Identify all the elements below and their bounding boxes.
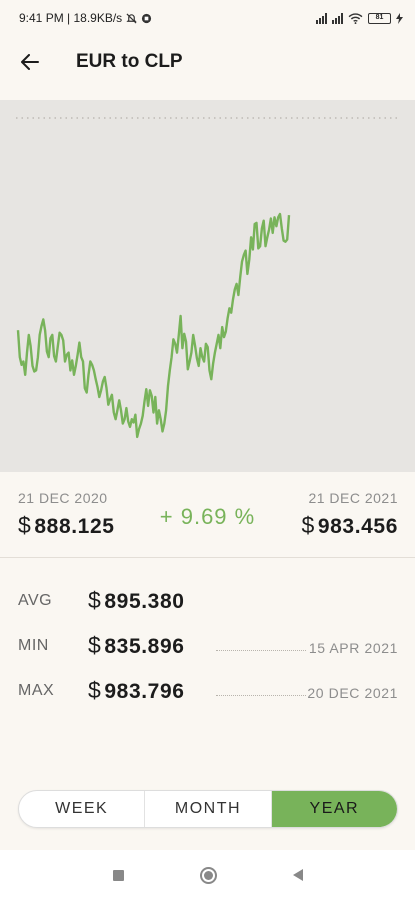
back-button[interactable]: [0, 36, 60, 88]
page-title: EUR to CLP: [76, 51, 183, 72]
status-bar: 9:41 PM | 18.9KB/s 81: [0, 0, 415, 36]
dotted-leader: [216, 695, 306, 696]
stat-max: MAX $983.796 20 DEC 2021: [18, 668, 398, 713]
signal-icon-2: [332, 12, 343, 24]
range-toggle: WEEK MONTH YEAR: [18, 790, 398, 828]
stat-value: $983.796: [88, 677, 185, 704]
stat-label: AVG: [18, 591, 53, 609]
dotted-leader: [216, 650, 306, 651]
app-bar: EUR to CLP: [0, 36, 415, 88]
period-end: 21 DEC 2021 $983.456: [301, 490, 398, 539]
end-date: 21 DEC 2021: [308, 490, 398, 506]
series-line: [16, 212, 291, 439]
signal-icon: [316, 12, 327, 24]
recents-square-icon[interactable]: [112, 869, 124, 881]
currency-symbol: $: [301, 512, 315, 538]
stat-value: $835.896: [88, 632, 185, 659]
status-right: 81: [316, 12, 403, 24]
range-month-button[interactable]: MONTH: [145, 791, 272, 827]
stat-min: MIN $835.896 15 APR 2021: [18, 623, 398, 668]
end-rate-line: $983.456: [301, 512, 398, 539]
stat-value: $895.380: [88, 587, 185, 614]
arrow-left-icon: [21, 54, 39, 70]
currency-symbol: $: [88, 632, 102, 658]
end-rate: 983.456: [317, 515, 398, 538]
status-left: 9:41 PM | 18.9KB/s: [19, 11, 152, 25]
min-value: 835.896: [104, 635, 185, 658]
wifi-icon: [348, 12, 363, 24]
charging-bolt-icon: [396, 12, 403, 24]
stats-list: AVG $895.380 MIN $835.896 15 APR 2021 MA…: [18, 578, 398, 713]
home-circle-icon[interactable]: [199, 866, 217, 884]
currency-symbol: $: [88, 587, 102, 613]
period-summary: 21 DEC 2020 $888.125 + 9.69 % 21 DEC 202…: [0, 472, 415, 558]
app-notification-icon: [142, 13, 152, 23]
range-week-button[interactable]: WEEK: [19, 791, 146, 827]
system-nav-bar: [0, 850, 415, 900]
stat-label: MIN: [18, 636, 49, 654]
range-year-button[interactable]: YEAR: [271, 791, 397, 827]
home-dot: [203, 870, 213, 880]
stat-avg: AVG $895.380: [18, 578, 398, 623]
battery-icon: 81: [368, 12, 391, 24]
avg-value: 895.380: [104, 590, 185, 613]
currency-symbol: $: [88, 677, 102, 703]
min-date: 15 APR 2021: [308, 640, 398, 656]
back-triangle-icon[interactable]: [292, 869, 303, 881]
rate-chart[interactable]: [0, 100, 415, 472]
status-time-speed: 9:41 PM | 18.9KB/s: [19, 11, 123, 25]
max-date: 20 DEC 2021: [307, 685, 398, 701]
stat-label: MAX: [18, 681, 55, 699]
max-value: 983.796: [104, 680, 185, 703]
mute-bell-icon: [126, 12, 137, 24]
chart-svg: [16, 117, 400, 439]
